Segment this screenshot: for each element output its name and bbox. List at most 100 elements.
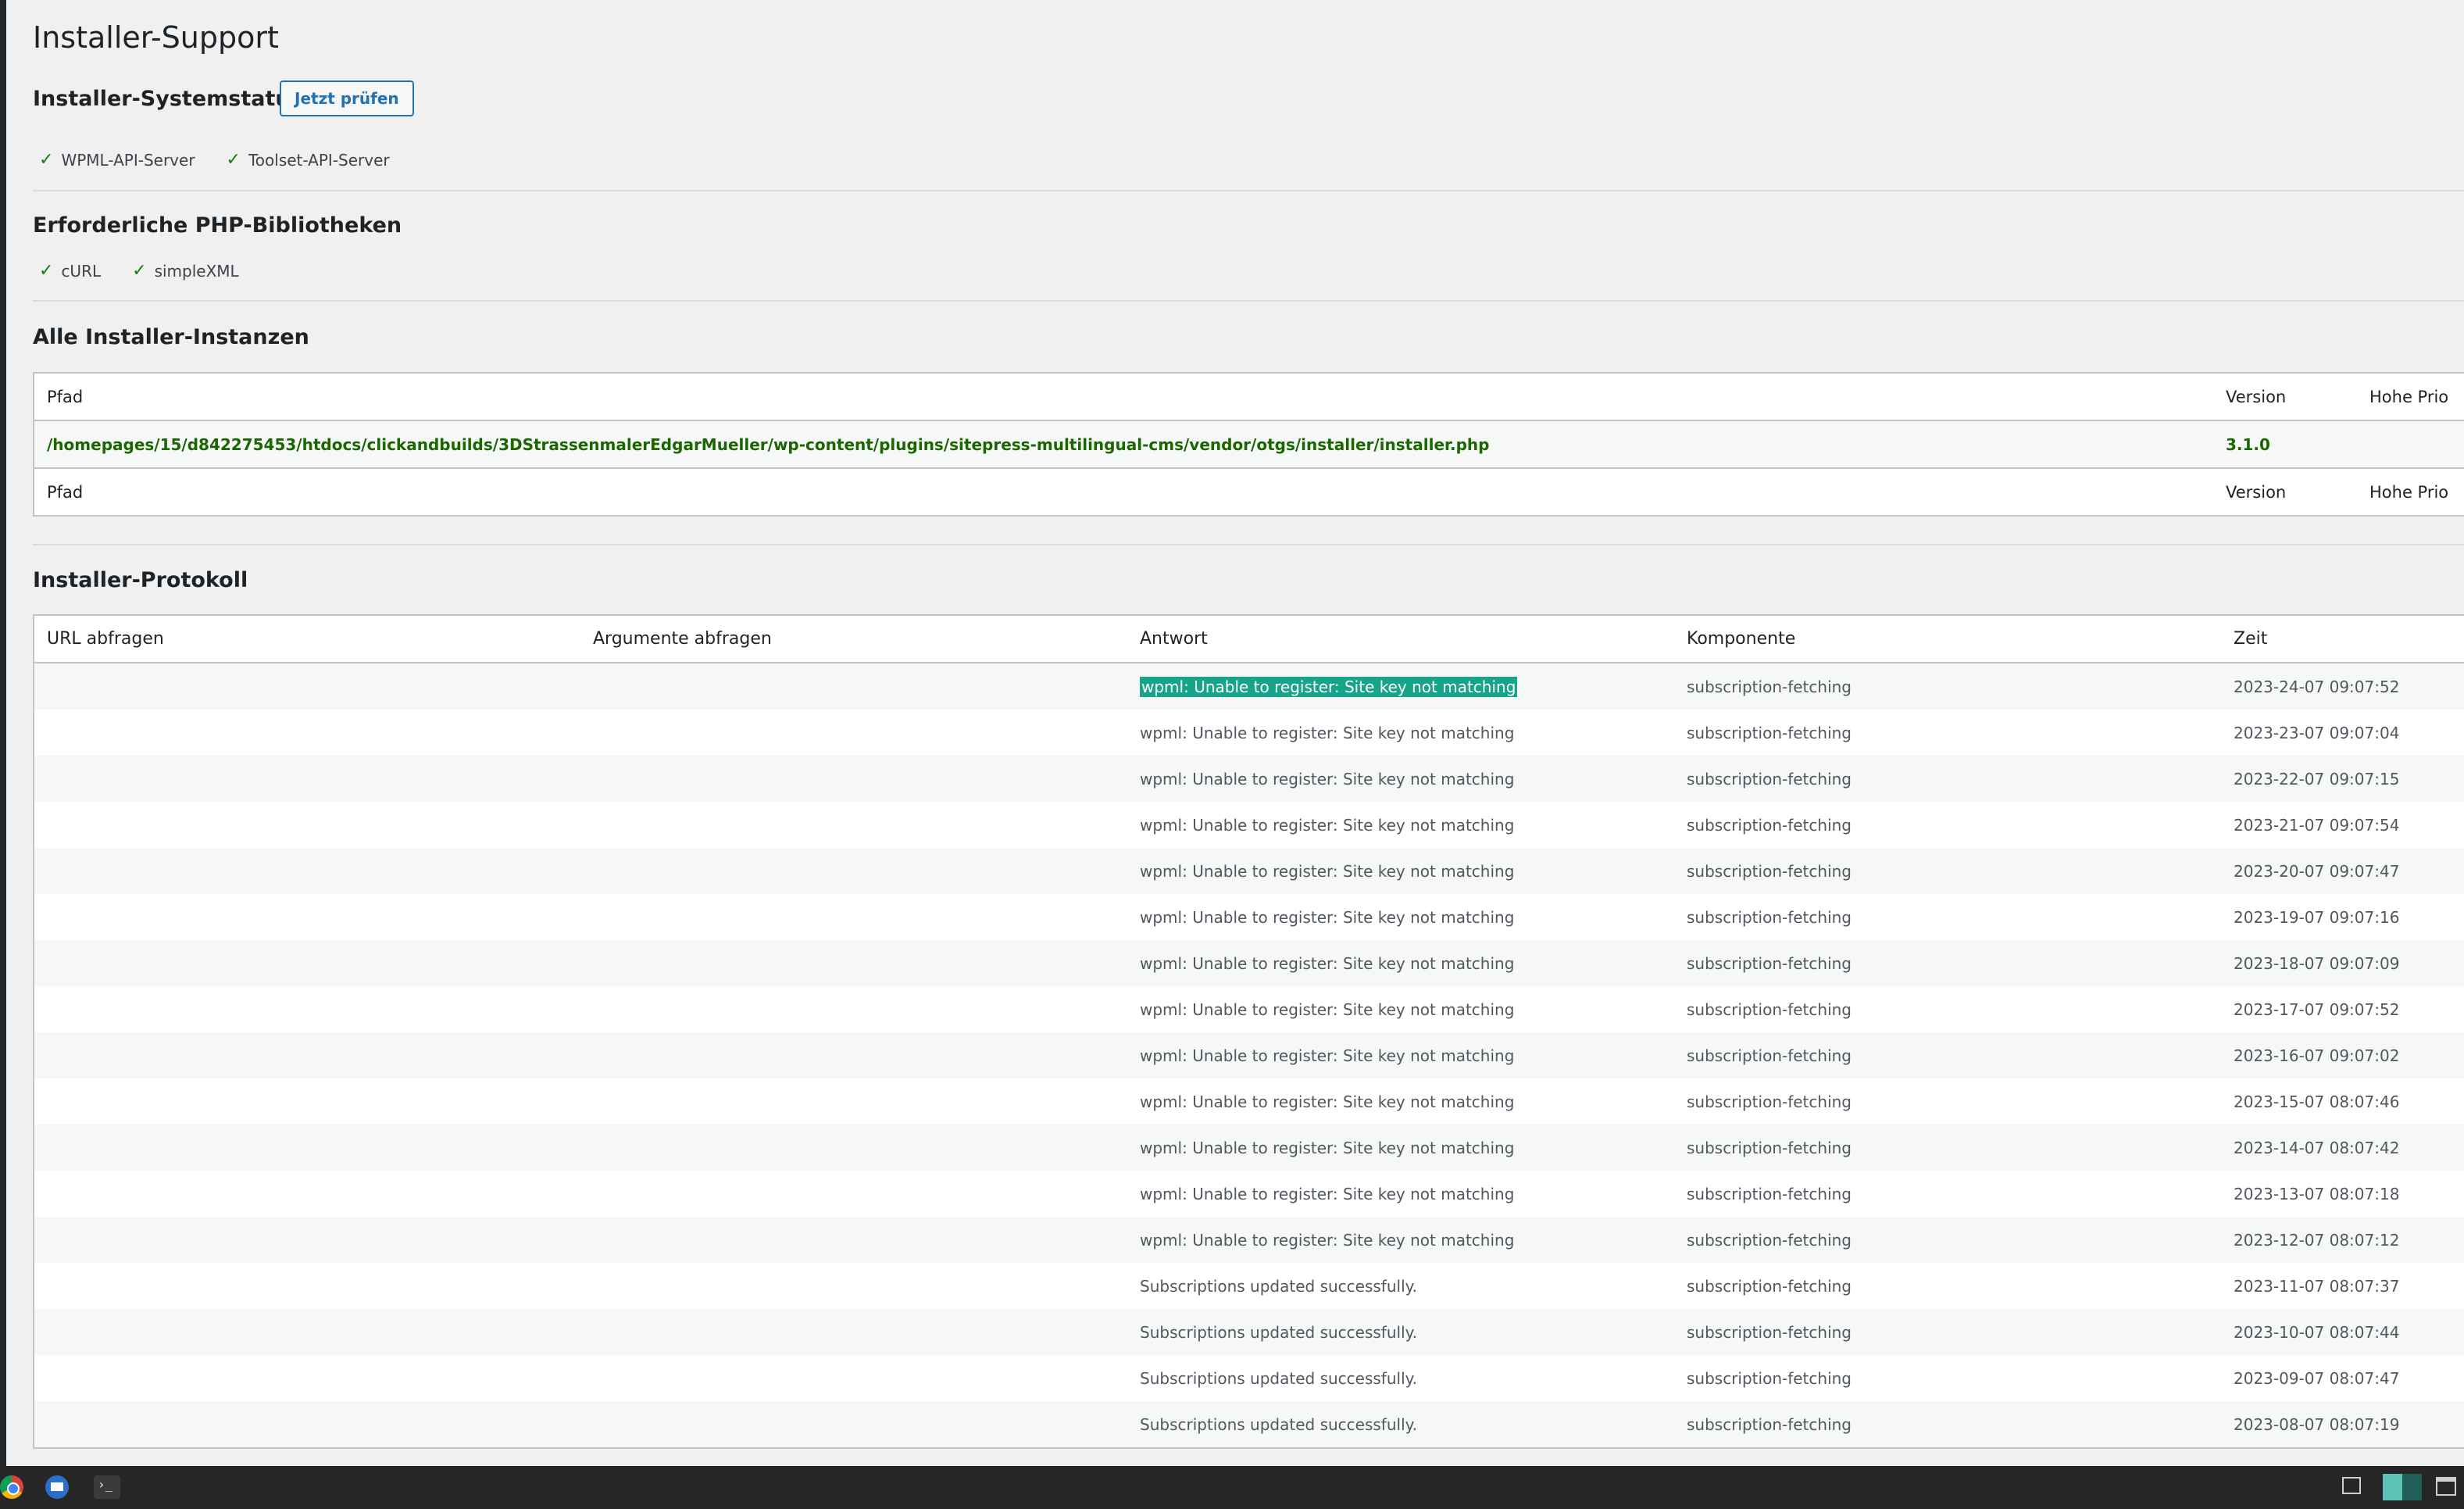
chrome-icon[interactable] xyxy=(0,1475,23,1499)
system-status-list: ✓ WPML-API-Server ✓ Toolset-API-Server xyxy=(39,150,390,170)
log-time: 2023-15-07 08:07:46 xyxy=(2234,1092,2400,1111)
log-time: 2023-16-07 09:07:02 xyxy=(2221,1032,2464,1078)
log-url xyxy=(34,710,580,756)
log-time: 2023-17-07 09:07:52 xyxy=(2234,999,2400,1019)
log-url xyxy=(34,802,580,848)
log-component: subscription-fetching xyxy=(1687,1184,1852,1203)
instance-row: /homepages/15/d842275453/htdocs/clickand… xyxy=(34,420,2464,469)
log-args xyxy=(580,1355,1127,1401)
column-header-component: Komponente xyxy=(1674,615,2221,663)
log-time: 2023-12-07 08:07:12 xyxy=(2221,1217,2464,1263)
log-args xyxy=(580,848,1127,894)
table-row: wpml: Unable to register: Site key not m… xyxy=(34,1171,2464,1217)
column-footer: Hohe Prio xyxy=(2357,468,2464,517)
check-icon: ✓ xyxy=(39,150,54,170)
log-url xyxy=(34,1355,580,1401)
log-response: wpml: Unable to register: Site key not m… xyxy=(1140,723,1515,742)
log-url xyxy=(34,986,580,1032)
log-component: subscription-fetching xyxy=(1674,756,2221,802)
table-row: wpml: Unable to register: Site key not m… xyxy=(34,1032,2464,1078)
log-component: subscription-fetching xyxy=(1687,907,1852,927)
log-args xyxy=(580,1217,1127,1263)
log-url xyxy=(34,1078,580,1125)
log-response: wpml: Unable to register: Site key not m… xyxy=(1140,999,1515,1019)
installer-support-page: Installer-Support Installer-Systemstatus… xyxy=(33,0,2464,1466)
calendar-icon[interactable] xyxy=(2436,1477,2456,1496)
check-icon: ✓ xyxy=(132,261,147,281)
log-url xyxy=(34,1263,580,1309)
table-row: wpml: Unable to register: Site key not m… xyxy=(34,1078,2464,1125)
status-item: ✓ Toolset-API-Server xyxy=(227,150,390,170)
log-url xyxy=(34,1171,580,1217)
log-time: 2023-19-07 09:07:16 xyxy=(2234,907,2400,927)
log-args xyxy=(580,802,1127,848)
column-footer: Pfad xyxy=(34,468,2213,517)
log-url xyxy=(34,663,580,710)
log-response: wpml: Unable to register: Site key not m… xyxy=(1140,815,1515,835)
log-component: subscription-fetching xyxy=(1674,1217,2221,1263)
log-component: subscription-fetching xyxy=(1674,940,2221,986)
log-args xyxy=(580,1309,1127,1355)
table-row: wpml: Unable to register: Site key not m… xyxy=(34,940,2464,986)
lib-item: ✓ simpleXML xyxy=(132,261,239,281)
log-time: 2023-18-07 09:07:09 xyxy=(2221,940,2464,986)
log-url xyxy=(34,1217,580,1263)
log-response[interactable]: wpml: Unable to register: Site key not m… xyxy=(1127,663,1674,710)
log-args xyxy=(580,1263,1127,1309)
log-time: 2023-09-07 08:07:47 xyxy=(2234,1368,2400,1388)
table-row: wpml: Unable to register: Site key not m… xyxy=(34,802,2464,848)
table-row: wpml: Unable to register: Site key not m… xyxy=(34,894,2464,940)
selected-text[interactable]: wpml: Unable to register: Site key not m… xyxy=(1140,676,1518,697)
table-row: Subscriptions updated successfully. subs… xyxy=(34,1309,2464,1355)
column-header: Hohe Prio xyxy=(2357,373,2464,421)
log-url xyxy=(34,848,580,894)
log-time: 2023-20-07 09:07:47 xyxy=(2221,848,2464,894)
log-args xyxy=(580,894,1127,940)
log-response: wpml: Unable to register: Site key not m… xyxy=(1140,1092,1515,1111)
column-header-url: URL abfragen xyxy=(34,615,580,663)
status-item: ✓ WPML-API-Server xyxy=(39,150,195,170)
log-response: Subscriptions updated successfully. xyxy=(1127,1309,1674,1355)
log-time: 2023-23-07 09:07:04 xyxy=(2234,723,2400,742)
log-url xyxy=(34,756,580,802)
lib-item: ✓ cURL xyxy=(39,261,101,281)
log-time: 2023-08-07 08:07:19 xyxy=(2221,1401,2464,1448)
divider xyxy=(33,544,2464,545)
log-time: 2023-14-07 08:07:42 xyxy=(2221,1125,2464,1171)
workspace-switcher[interactable] xyxy=(2383,1474,2422,1500)
instances-footer-row: Pfad Version Hohe Prio xyxy=(34,468,2464,517)
log-url xyxy=(34,1125,580,1171)
table-row: Subscriptions updated successfully. subs… xyxy=(34,1401,2464,1448)
terminal-icon[interactable] xyxy=(94,1475,120,1499)
lib-item-label: cURL xyxy=(61,261,102,281)
log-args xyxy=(580,1078,1127,1125)
page-title: Installer-Support xyxy=(33,20,279,55)
table-row: wpml: Unable to register: Site key not m… xyxy=(34,1217,2464,1263)
log-heading: Installer-Protokoll xyxy=(33,568,248,592)
instance-version: 3.1.0 xyxy=(2213,420,2357,469)
php-libs-list: ✓ cURL ✓ simpleXML xyxy=(39,261,239,281)
log-time: 2023-11-07 08:07:37 xyxy=(2234,1276,2400,1296)
instances-table: Pfad Version Hohe Prio /homepages/15/d84… xyxy=(33,372,2464,517)
check-icon: ✓ xyxy=(39,261,54,281)
log-response: wpml: Unable to register: Site key not m… xyxy=(1127,756,1674,802)
instances-header-row: Pfad Version Hohe Prio xyxy=(34,373,2464,421)
log-component: subscription-fetching xyxy=(1687,1368,1852,1388)
check-icon: ✓ xyxy=(226,150,241,170)
column-header-args: Argumente abfragen xyxy=(580,615,1127,663)
table-row: wpml: Unable to register: Site key not m… xyxy=(34,756,2464,802)
log-time: 2023-10-07 08:07:44 xyxy=(2221,1309,2464,1355)
log-time: 2023-13-07 08:07:18 xyxy=(2234,1184,2400,1203)
column-footer: Version xyxy=(2213,468,2357,517)
log-component: subscription-fetching xyxy=(1687,999,1852,1019)
check-now-button[interactable]: Jetzt prüfen xyxy=(280,80,414,116)
show-desktop-icon[interactable] xyxy=(2342,1477,2361,1494)
window-left-edge xyxy=(0,0,6,1466)
system-status-heading: Installer-Systemstatus xyxy=(33,87,303,111)
mail-icon[interactable] xyxy=(45,1475,69,1499)
log-args xyxy=(580,1032,1127,1078)
log-component: subscription-fetching xyxy=(1674,848,2221,894)
column-header-time: Zeit xyxy=(2221,615,2464,663)
taskbar xyxy=(0,1466,2464,1509)
log-component: subscription-fetching xyxy=(1674,1309,2221,1355)
